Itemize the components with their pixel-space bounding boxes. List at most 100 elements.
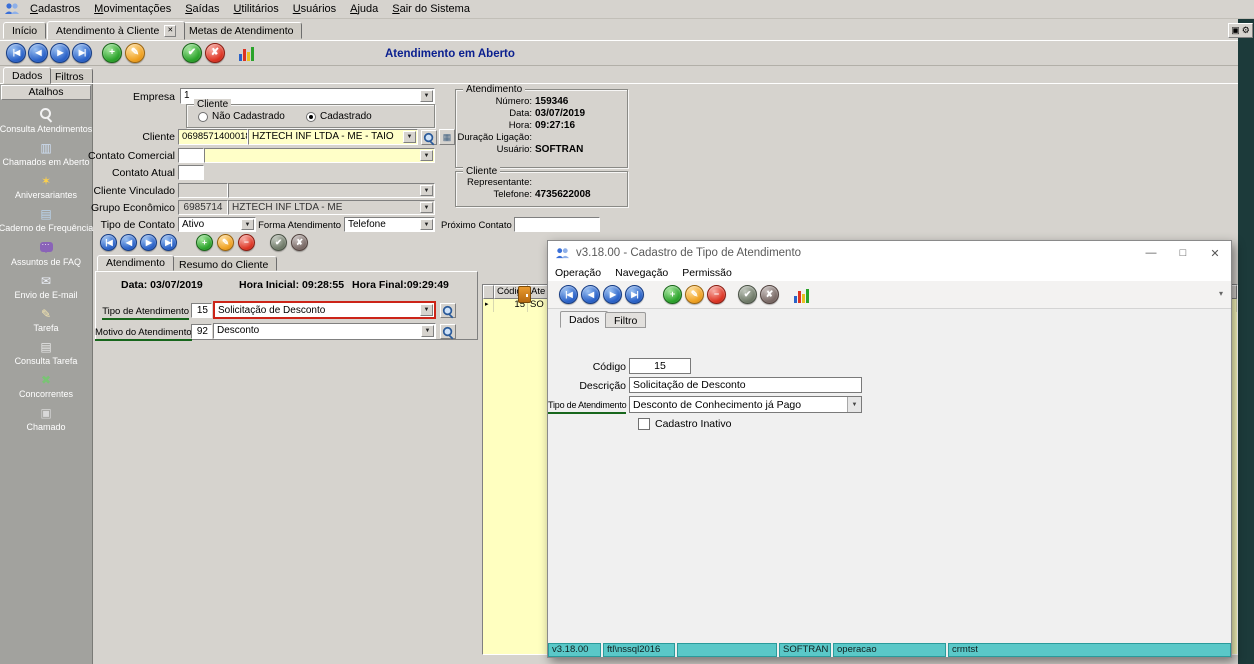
menu-item-movimentacoes[interactable]: Movimentações [87, 1, 178, 17]
maximize-icon[interactable]: □ [1167, 241, 1199, 265]
atend-remove-button[interactable]: − [238, 234, 255, 251]
add-button[interactable]: + [102, 43, 122, 63]
minimize-icon[interactable]: — [1135, 241, 1167, 265]
atend-next-button[interactable]: ▶ [140, 234, 157, 251]
cliente-search-button[interactable] [421, 130, 437, 145]
dlg-add-button[interactable]: + [663, 285, 682, 304]
menu-item-usuarios[interactable]: Usuários [286, 1, 343, 17]
dlg-remove-button[interactable]: − [707, 285, 726, 304]
dlg-tipo-atendimento-combo[interactable]: Desconto de Conhecimento já Pago ▼ [629, 396, 862, 413]
menu-item-navegacao[interactable]: Navegação [608, 267, 675, 279]
exit-icon[interactable] [518, 286, 531, 303]
sidebar-item-chamado[interactable]: ▣ Chamado [0, 406, 92, 432]
tools-icon[interactable]: ⚙ [1242, 26, 1250, 35]
close-tab-icon[interactable]: ✕ [164, 25, 176, 37]
tab-metas-atendimento[interactable]: Metas de Atendimento [180, 22, 302, 39]
atend-edit-button[interactable]: ✎ [217, 234, 234, 251]
sidebar-header[interactable]: Atalhos [1, 85, 91, 100]
confirm-button[interactable]: ✔ [182, 43, 202, 63]
sidebar-item-concorrentes[interactable]: ✖ Concorrentes [0, 373, 92, 399]
sidebar-item-aniversariantes[interactable]: ✶ Aniversariantes [0, 174, 92, 200]
previous-record-button[interactable]: ◀ [28, 43, 48, 63]
close-icon[interactable]: ✕ [1199, 241, 1231, 265]
dlg-codigo-field[interactable]: 15 [629, 358, 691, 374]
chevron-down-icon[interactable]: ▼ [420, 219, 433, 230]
window-icon[interactable]: ▣ [1231, 26, 1240, 35]
cliente-code-field[interactable]: 06985714000182 [178, 129, 248, 145]
chevron-down-icon[interactable]: ▼ [420, 150, 433, 161]
dialog-titlebar[interactable]: v3.18.00 - Cadastro de Tipo de Atendimen… [548, 241, 1231, 265]
atend-first-button[interactable]: |◀ [100, 234, 117, 251]
dlg-cancel-button[interactable]: ✘ [760, 285, 779, 304]
sidebar-item-assuntos-faq[interactable]: Assuntos de FAQ [0, 240, 92, 267]
dlg-confirm-button[interactable]: ✔ [738, 285, 757, 304]
dlg-first-button[interactable]: |◀ [559, 285, 578, 304]
menu-item-saidas[interactable]: Saídas [178, 1, 226, 17]
menu-item-ajuda[interactable]: Ajuda [343, 1, 385, 17]
proximo-contato-field[interactable] [514, 217, 600, 232]
radio-cadastrado[interactable]: Cadastrado [306, 111, 372, 122]
dlg-edit-button[interactable]: ✎ [685, 285, 704, 304]
sidebar-item-consulta-tarefa[interactable]: ▤ Consulta Tarefa [0, 340, 92, 366]
chevron-down-icon[interactable]: ▼ [420, 90, 433, 102]
cliente-name-combo[interactable]: HZTECH INF LTDA - ME - TAIO ▼ [248, 129, 418, 145]
dlg-previous-button[interactable]: ◀ [581, 285, 600, 304]
dialog-tab-dados[interactable]: Dados [560, 311, 608, 328]
chevron-down-icon[interactable]: ▼ [421, 325, 434, 337]
chevron-down-icon[interactable]: ▼ [420, 304, 433, 316]
contato-comercial-code-field[interactable] [178, 148, 204, 163]
tab-atendimento[interactable]: Atendimento [97, 255, 174, 271]
statusbar-blank [677, 643, 777, 657]
menu-item-operacao[interactable]: Operação [548, 267, 608, 279]
tipo-atendimento-combo[interactable]: Solicitação de Desconto ▼ [213, 301, 436, 319]
last-icon: ▶| [631, 291, 637, 299]
sidebar-item-caderno-frequencia[interactable]: ▤ Caderno de Frequência [0, 207, 92, 233]
dialog-tab-filtro[interactable]: Filtro [605, 312, 646, 328]
menu-item-permissao[interactable]: Permissão [675, 267, 739, 279]
chevron-down-icon[interactable]: ▼ [241, 219, 254, 230]
subtab-dados[interactable]: Dados [3, 67, 51, 84]
next-record-button[interactable]: ▶ [50, 43, 70, 63]
atend-cancel-button[interactable]: ✘ [291, 234, 308, 251]
cliente-list-button[interactable]: ▦ [439, 129, 455, 145]
menu-item-sair[interactable]: Sair do Sistema [385, 1, 477, 17]
dlg-next-button[interactable]: ▶ [603, 285, 622, 304]
tab-inicio[interactable]: Início [3, 22, 46, 39]
tab-atendimento-cliente[interactable]: Atendimento à Cliente ✕ [47, 21, 185, 40]
last-record-button[interactable]: ▶| [72, 43, 92, 63]
tipo-contato-combo[interactable]: Ativo ▼ [178, 217, 256, 232]
edit-button[interactable]: ✎ [125, 43, 145, 63]
atend-confirm-button[interactable]: ✔ [270, 234, 287, 251]
sidebar-item-tarefa[interactable]: ✎ Tarefa [0, 307, 92, 333]
motivo-atendimento-search-button[interactable] [440, 324, 456, 339]
menu-item-cadastros[interactable]: Cadastros [23, 1, 87, 17]
chevron-down-icon[interactable]: ▾ [1219, 289, 1223, 298]
forma-atendimento-combo[interactable]: Telefone ▼ [344, 217, 435, 232]
motivo-atendimento-combo[interactable]: Desconto ▼ [213, 323, 436, 339]
atend-last-button[interactable]: ▶| [160, 234, 177, 251]
cancel-button[interactable]: ✘ [205, 43, 225, 63]
chevron-down-icon[interactable]: ▼ [847, 397, 861, 412]
radio-nao-cadastrado[interactable]: Não Cadastrado [198, 111, 285, 122]
chart-icon[interactable] [239, 46, 254, 61]
dlg-cadastro-inativo-checkbox[interactable]: Cadastro Inativo [638, 418, 731, 430]
atend-previous-button[interactable]: ◀ [120, 234, 137, 251]
first-record-button[interactable]: |◀ [6, 43, 26, 63]
contato-atual-field[interactable] [178, 165, 204, 180]
dialog-menubar: Operação Navegação Permissão [548, 265, 1231, 281]
atend-add-button[interactable]: + [196, 234, 213, 251]
chevron-down-icon[interactable]: ▼ [403, 131, 416, 143]
atendimento-panel: Data: 03/07/2019 Hora Inicial: 09:28:55 … [95, 271, 478, 340]
tab-resumo-cliente[interactable]: Resumo do Cliente [170, 256, 277, 271]
tipo-atendimento-search-button[interactable] [440, 303, 456, 318]
contato-comercial-combo[interactable]: ▼ [204, 148, 435, 163]
tipo-atendimento-code-field[interactable]: 15 [191, 303, 212, 318]
motivo-atendimento-code-field[interactable]: 92 [191, 324, 212, 339]
menu-item-utilitarios[interactable]: Utilitários [226, 1, 285, 17]
sidebar-item-envio-email[interactable]: ✉ Envio de E-mail [0, 274, 92, 300]
sidebar-item-consulta-atendimentos[interactable]: Consulta Atendimentos [0, 108, 92, 134]
statusbar-version: v3.18.00 [548, 643, 601, 657]
dlg-descricao-field[interactable]: Solicitação de Desconto [629, 377, 862, 393]
chart-icon[interactable] [794, 288, 809, 303]
dlg-last-button[interactable]: ▶| [625, 285, 644, 304]
